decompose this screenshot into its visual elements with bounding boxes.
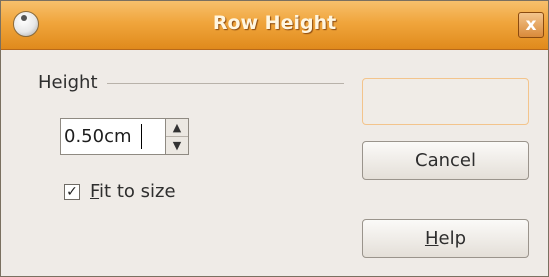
fit-to-size-mnemonic: F [90,181,100,202]
close-button[interactable]: x [518,12,544,38]
text-caret [141,124,142,149]
title-bar[interactable]: Row Height x [1,1,548,50]
fit-to-size-label-rest: it to size [99,181,176,202]
ok-button[interactable] [362,78,529,125]
help-mnemonic: H [424,228,439,249]
group-divider [107,83,344,84]
help-label-rest: elp [438,228,467,249]
cancel-button[interactable]: Cancel [362,141,529,180]
fit-to-size-checkbox[interactable]: ✓ [64,184,80,200]
row-height-dialog: Row Height x Height 0.50cm ▲ ▼ ✓ Fit to … [0,0,549,277]
dialog-title: Row Height [212,12,337,34]
fit-to-size-label[interactable]: Fit to size [90,181,176,202]
chevron-down-icon: ▼ [172,139,182,152]
height-spinner: ▲ ▼ [165,118,189,155]
height-value: 0.50cm [64,126,132,147]
height-group-label: Height [38,72,98,93]
spin-up-button[interactable]: ▲ [166,119,188,137]
spin-down-button[interactable]: ▼ [166,137,188,154]
help-button[interactable]: Help [362,219,529,258]
height-input[interactable]: 0.50cm [60,118,166,155]
checkmark-icon: ✓ [66,184,78,200]
chevron-up-icon: ▲ [172,121,182,134]
